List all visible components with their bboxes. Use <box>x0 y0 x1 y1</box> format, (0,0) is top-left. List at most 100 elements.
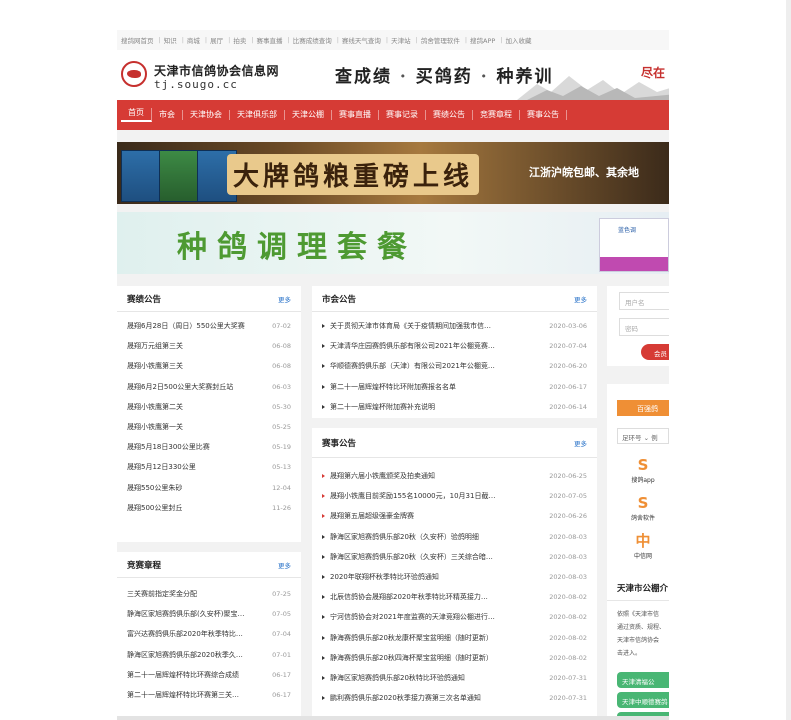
list-item[interactable]: 第二十一届辉煌杯特比环赛第三关… 06-17 <box>127 685 291 705</box>
event-notice-list: 晟翔第六届小铁鹰颁奖及拍卖通知 2020-06-25 晟翔小铁鹰目前奖励155名1… <box>312 458 597 708</box>
more-link[interactable]: 更多 <box>574 438 587 448</box>
list-item[interactable]: 静海赛鸽俱乐部20秋四海杯聚宝盆明细（随时更新） 2020-08-02 <box>322 648 587 668</box>
nav-item-live[interactable]: 赛事直播 <box>332 110 379 120</box>
top-link-live[interactable]: 赛事直播 <box>257 35 283 45</box>
top-link-bookmark[interactable]: 加入收藏 <box>506 35 532 45</box>
top-link-knowledge[interactable]: 知识 <box>164 35 177 45</box>
site-url: tj.sougo.cc <box>154 78 238 91</box>
list-item[interactable]: 静海区家旭赛鸽俱乐部20秋特比环验鸽通知 2020-07-31 <box>322 668 587 688</box>
top-link-mall[interactable]: 商城 <box>187 35 200 45</box>
item-title: 关于贯彻天津市体育局《关于疫情期间加强我市信… <box>322 321 491 331</box>
list-item[interactable]: 2020年联翔杯秋季特比环验鸽通知 2020-08-03 <box>322 567 587 587</box>
site-name[interactable]: 天津市信鸽协会信息网 <box>154 62 279 79</box>
top-link-app[interactable]: 搜鸽APP <box>470 35 495 45</box>
top-link-weather[interactable]: 赛线天气查询 <box>342 35 381 45</box>
list-item[interactable]: 晟翔6月2日500公里大奖赛封丘站 06-03 <box>127 377 291 397</box>
item-date: 2020-06-20 <box>549 362 587 371</box>
nav-item-results[interactable]: 赛绩公告 <box>426 110 473 120</box>
list-item[interactable]: 晟翔万元组第三关 06-08 <box>127 336 291 356</box>
list-item[interactable]: 晟翔小铁鹰第一关 05-25 <box>127 417 291 437</box>
sougo-app-icon: S <box>637 456 649 474</box>
login-button[interactable]: 会员 <box>641 344 669 360</box>
list-item[interactable]: 晟翔小铁鹰第二关 05-30 <box>127 397 291 417</box>
top-link-home[interactable]: 搜鸽网首页 <box>121 35 154 45</box>
list-item[interactable]: 静海区家旭赛鸽俱乐部2020秋季久… 07-01 <box>127 645 291 665</box>
item-title: 第二十一届辉煌杯附加赛补充说明 <box>322 402 435 412</box>
top-link-auction[interactable]: 拍卖 <box>233 35 246 45</box>
list-item[interactable]: 晟翔小铁鹰目前奖励155名10000元，10月31日截… 2020-07-05 <box>322 486 587 506</box>
list-item[interactable]: 北辰信鸽协会晟翔部2020年秋季特比环精英接力… 2020-08-02 <box>322 587 587 607</box>
username-field[interactable]: 用户名 <box>619 292 669 310</box>
list-item[interactable]: 静海区家旭赛鸽俱乐部20秋（久安杯）三关综合暗… 2020-08-03 <box>322 547 587 567</box>
item-title: 第二十一届辉煌杯特比环附加赛报名名单 <box>322 382 456 392</box>
list-item[interactable]: 晟翔5月18日300公里比赛 05-19 <box>127 437 291 457</box>
top-link-tianjin[interactable]: 天津站 <box>391 35 411 45</box>
item-text: 静海区家旭赛鸽俱乐部20秋（久安杯）三关综合暗… <box>330 552 493 561</box>
password-field[interactable]: 密码 <box>619 318 669 336</box>
list-item[interactable]: 鹏利赛鸽俱乐部2020秋季接力赛第三次名单通知 2020-07-31 <box>322 688 587 708</box>
top100-tab[interactable]: 百强鸽 <box>617 400 669 416</box>
item-title: 北辰信鸽协会晟翔部2020年秋季特比环精英接力… <box>322 592 488 602</box>
list-item[interactable]: 晟翔6月28日（周日）550公里大奖赛 07-02 <box>127 316 291 336</box>
nav-item-records[interactable]: 赛事记录 <box>379 110 426 120</box>
list-item[interactable]: 静海赛鸽俱乐部20秋龙康杯聚宝盆明细（随时更新） 2020-08-02 <box>322 628 587 648</box>
nav-item-club[interactable]: 天津俱乐部 <box>230 110 285 120</box>
app-label: 鸽舍软件 <box>630 515 655 522</box>
nav-item-city[interactable]: 市会 <box>152 110 183 120</box>
list-item[interactable]: 三关赛前指定奖金分配 07-25 <box>127 584 291 604</box>
feed-ad-banner[interactable]: 大牌鸽粮重磅上线 江浙沪皖包邮、其余地 <box>117 142 669 204</box>
nav-item-events[interactable]: 赛事公告 <box>520 110 567 120</box>
horizontal-scrollbar[interactable] <box>117 716 669 720</box>
zhongxin-link[interactable]: 中 中信网 <box>617 532 669 560</box>
nav-item-association[interactable]: 天津协会 <box>183 110 230 120</box>
item-title: 晟翔500公里封丘 <box>127 503 183 512</box>
list-item[interactable]: 宁河信鸽协会对2021年度监赛的天津竞翔公棚进行… 2020-08-02 <box>322 607 587 627</box>
event-notice-panel: 赛事公告 更多 晟翔第六届小铁鹰颁奖及拍卖通知 2020-06-25 晟翔小铁鹰目… <box>312 428 597 720</box>
list-item[interactable]: 晟翔500公里封丘 11-26 <box>127 498 291 518</box>
item-date: 2020-08-03 <box>549 573 587 582</box>
list-item[interactable]: 天津清华庄园赛鸽俱乐部有限公司2021年公棚竞赛… 2020-07-04 <box>322 336 587 356</box>
list-item[interactable]: 静海区家旭赛鸽俱乐部(久安杯)聚宝… 07-05 <box>127 604 291 624</box>
list-item[interactable]: 华顺德赛鸽俱乐部（天津）有限公司2021年公棚竞… 2020-06-20 <box>322 356 587 376</box>
top-link-hall[interactable]: 展厅 <box>210 35 223 45</box>
slogan-separator: · <box>480 67 489 87</box>
bullet-icon <box>322 324 325 329</box>
item-date: 05-19 <box>272 443 291 452</box>
ring-number-select[interactable]: 足环号 ⌄ 例 <box>617 428 669 444</box>
more-link[interactable]: 更多 <box>278 560 291 570</box>
bullet-icon <box>322 635 325 640</box>
sougo-app-link[interactable]: S 搜鸽app <box>617 456 669 484</box>
more-link[interactable]: 更多 <box>278 294 291 304</box>
nav-item-rules[interactable]: 竞赛章程 <box>473 110 520 120</box>
item-date: 05-25 <box>272 423 291 432</box>
bullet-icon <box>322 615 325 620</box>
divider: | <box>204 36 208 44</box>
list-item[interactable]: 晟翔小铁鹰第三关 06-08 <box>127 356 291 376</box>
nav-item-home[interactable]: 首页 <box>121 108 152 122</box>
list-item[interactable]: 晟翔550公里朱砂 12-04 <box>127 478 291 498</box>
more-link[interactable]: 更多 <box>574 294 587 304</box>
item-title: 晟翔6月28日（周日）550公里大奖赛 <box>127 322 245 331</box>
top-link-results-query[interactable]: 比赛成绩查询 <box>293 35 332 45</box>
loft-software-link[interactable]: S 鸽舍软件 <box>617 494 669 522</box>
list-item[interactable]: 第二十一届辉煌杯特比环赛综合成绩 06-17 <box>127 665 291 685</box>
loft-link-button[interactable]: 天津清福公 <box>617 672 669 688</box>
list-item[interactable]: 第二十一届辉煌杯特比环附加赛报名名单 2020-06-17 <box>322 377 587 397</box>
nav-item-public-loft[interactable]: 天津公棚 <box>285 110 332 120</box>
list-item[interactable]: 晟翔第五届超级强豪金牌赛 2020-06-26 <box>322 506 587 526</box>
loft-link-button[interactable]: 天津中顺德赛鸽 <box>617 692 669 708</box>
top-link-loft-software[interactable]: 鸽舍管理软件 <box>421 35 460 45</box>
item-text: 北辰信鸽协会晟翔部2020年秋季特比环精英接力… <box>330 593 488 602</box>
item-title: 晟翔小铁鹰目前奖励155名10000元，10月31日截… <box>322 491 495 501</box>
list-item[interactable]: 晟翔5月12日330公里 05-13 <box>127 457 291 477</box>
conditioning-ad-banner[interactable]: 种鸽调理套餐 蓝色调 <box>117 212 669 274</box>
logo-icon[interactable] <box>121 61 147 87</box>
list-item[interactable]: 静海区家旭赛鸽俱乐部20秋（久安杯）验鸽明细 2020-08-03 <box>322 527 587 547</box>
list-item[interactable]: 关于贯彻天津市体育局《关于疫情期间加强我市信… 2020-03-06 <box>322 316 587 336</box>
list-item[interactable]: 晟翔第六届小铁鹰颁奖及拍卖通知 2020-06-25 <box>322 466 587 486</box>
list-item[interactable]: 第二十一届辉煌杯附加赛补充说明 2020-06-14 <box>322 397 587 417</box>
vertical-scrollbar[interactable] <box>786 0 791 720</box>
list-item[interactable]: 富兴达赛鸽俱乐部2020年秋季特比… 07-04 <box>127 624 291 644</box>
item-date: 2020-06-17 <box>549 382 587 391</box>
item-text: 静海区家旭赛鸽俱乐部20秋（久安杯）验鸽明细 <box>330 532 479 541</box>
